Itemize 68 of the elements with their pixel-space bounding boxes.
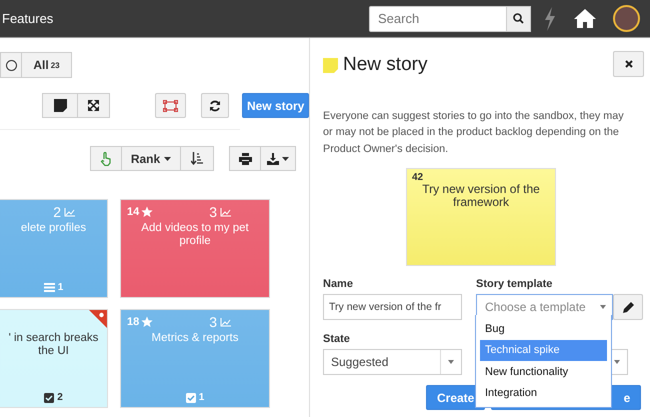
count-text: 1: [58, 282, 64, 293]
checkbox-icon: [186, 392, 196, 402]
star-icon: [141, 206, 154, 218]
caret-icon: [614, 360, 620, 364]
card-title: elete profiles: [20, 222, 88, 235]
story-points: 2: [53, 204, 61, 220]
caret-icon: [164, 156, 172, 160]
lightning-icon[interactable]: [543, 6, 557, 30]
panel-title: New story: [343, 54, 428, 76]
close-icon: [624, 60, 632, 68]
chart-icon: [220, 208, 231, 216]
fullscreen-button[interactable]: [78, 93, 110, 118]
card-title: Add videos to my pet profile: [140, 222, 250, 248]
rank-number: 18: [127, 316, 140, 328]
circle-icon: [6, 60, 16, 70]
card-title: Metrics & reports: [150, 332, 240, 345]
description-text: Everyone can suggest stories to go into the sandbox, they may or may not be placed in the product backlog depending on the Product Owner's decision.: [323, 109, 625, 157]
count-text: 1: [198, 392, 204, 403]
print-button[interactable]: [229, 146, 261, 171]
story-points: 3: [209, 204, 217, 220]
home-icon[interactable]: [573, 8, 597, 29]
list-icon: [44, 283, 55, 292]
edit-button[interactable]: [613, 294, 643, 320]
search-field[interactable]: Search: [369, 6, 507, 32]
chart-icon: [64, 208, 75, 216]
count-text: 2: [57, 392, 63, 403]
story-points: 3: [209, 314, 217, 330]
download-icon: [267, 152, 279, 164]
story-note-title: Try new version of the framework: [421, 183, 541, 210]
template-option[interactable]: New functionality: [480, 361, 607, 382]
download-button[interactable]: [261, 146, 296, 171]
rank-number: 14: [127, 206, 140, 218]
sticky-note-icon: [323, 58, 338, 72]
chart-icon: [220, 318, 231, 326]
checkbox-icon: [44, 392, 54, 402]
name-label: Name: [323, 278, 354, 292]
template-option[interactable]: Bug: [480, 318, 607, 340]
close-button[interactable]: [613, 51, 644, 77]
selection-icon: [163, 100, 178, 112]
bug-corner-icon: [89, 310, 107, 328]
pencil-icon: [622, 302, 634, 313]
caret-icon: [282, 156, 289, 160]
search-button[interactable]: [507, 6, 531, 32]
expand-icon: [88, 100, 99, 111]
printer-icon: [238, 152, 252, 164]
sticky-note-button[interactable]: [42, 93, 78, 118]
story-template-label: Story template: [476, 278, 554, 292]
refresh-button[interactable]: [201, 93, 230, 118]
page-title: Features: [2, 11, 54, 26]
name-field[interactable]: Try new version of the fr: [323, 294, 462, 320]
sticky-note-icon: [54, 99, 66, 112]
sort-button[interactable]: [181, 146, 214, 171]
search-icon: [513, 13, 524, 24]
card-title: ' in search breaks the UI: [8, 332, 100, 358]
user-avatar[interactable]: [613, 5, 640, 32]
hand-button[interactable]: [90, 146, 122, 171]
rank-dropdown[interactable]: Rank: [122, 146, 181, 171]
sort-icon: [191, 152, 203, 165]
state-select[interactable]: Suggested: [323, 349, 462, 376]
state-label: State: [323, 333, 351, 348]
selection-button[interactable]: [155, 93, 186, 118]
caret-icon: [448, 360, 454, 364]
story-number: 42: [412, 172, 424, 184]
refresh-icon: [209, 100, 222, 112]
filter-button[interactable]: [0, 52, 22, 78]
caret-icon: [600, 305, 606, 310]
story-card[interactable]: ' in search breaks the UI 2: [0, 309, 108, 408]
star-icon: [141, 316, 154, 328]
